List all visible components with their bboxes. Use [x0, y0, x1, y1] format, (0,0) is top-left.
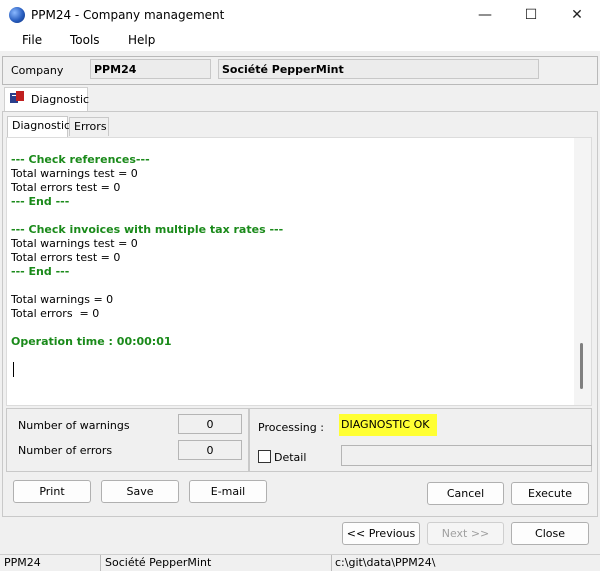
log-line: Total errors = 0 [11, 307, 100, 320]
close-button[interactable]: Close [511, 522, 589, 545]
menu-help[interactable]: Help [128, 33, 155, 47]
detail-field [341, 445, 592, 466]
log-line: Operation time : 00:00:01 [11, 335, 172, 348]
statusbar-divider [100, 555, 101, 571]
log-line: --- End --- [11, 265, 70, 278]
statusbar-company-code: PPM24 [4, 556, 41, 569]
tab-errors[interactable]: Errors [69, 117, 109, 136]
tab-diagnostic[interactable]: Diagnostic [7, 116, 70, 137]
status-bar [0, 554, 600, 571]
errors-count-field: 0 [178, 440, 242, 460]
maximize-button[interactable]: ☐ [508, 0, 554, 31]
app-logo-icon [9, 7, 25, 23]
detail-checkbox[interactable] [258, 450, 271, 463]
detail-label: Detail [274, 451, 307, 464]
statusbar-company-name: Société PepperMint [105, 556, 212, 569]
close-window-button[interactable]: ✕ [554, 0, 600, 31]
statusbar-divider [331, 555, 332, 571]
execute-button[interactable]: Execute [511, 482, 589, 505]
print-button[interactable]: Print [13, 480, 91, 503]
previous-button[interactable]: << Previous [342, 522, 420, 545]
company-label: Company [11, 64, 64, 77]
menu-file[interactable]: File [22, 33, 42, 47]
cancel-button[interactable]: Cancel [427, 482, 504, 505]
processing-label: Processing : [258, 421, 324, 434]
menu-tools[interactable]: Tools [70, 33, 100, 47]
log-line: Total warnings test = 0 [11, 237, 138, 250]
email-button[interactable]: E-mail [189, 480, 267, 503]
log-line: Total warnings test = 0 [11, 167, 138, 180]
errors-label: Number of errors [18, 444, 113, 457]
statusbar-path: c:\git\data\PPM24\ [335, 556, 436, 569]
log-line: Total warnings = 0 [11, 293, 114, 306]
tab-diagnostic-outer-label: Diagnostic [31, 93, 90, 106]
warnings-count-field: 0 [178, 414, 242, 434]
warnings-label: Number of warnings [18, 419, 130, 432]
company-code-field: PPM24 [90, 59, 211, 79]
save-button[interactable]: Save [101, 480, 179, 503]
text-caret [13, 362, 14, 377]
diagnostic-icon [10, 91, 24, 103]
log-line: Total errors test = 0 [11, 251, 121, 264]
window-title: PPM24 - Company management [31, 8, 225, 22]
log-line: --- Check references--- [11, 153, 150, 166]
processing-status-field: DIAGNOSTIC OK [339, 414, 437, 436]
minimize-button[interactable]: — [462, 0, 508, 31]
company-name-field: Société PepperMint [218, 59, 539, 79]
next-button[interactable]: Next >> [427, 522, 504, 545]
log-line: --- Check invoices with multiple tax rat… [11, 223, 284, 236]
log-scrollbar-thumb[interactable] [580, 343, 583, 389]
log-line: --- End --- [11, 195, 70, 208]
log-line: Total errors test = 0 [11, 181, 121, 194]
